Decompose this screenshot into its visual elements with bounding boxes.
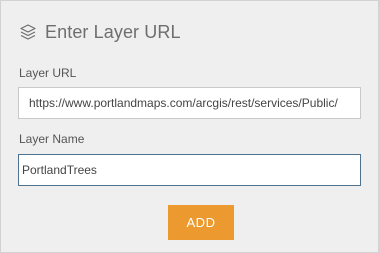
layer-url-label: Layer URL <box>19 66 77 80</box>
layers-icon <box>19 23 37 41</box>
enter-layer-url-panel: Enter Layer URL Layer URL Layer Name ADD <box>0 0 379 253</box>
add-button[interactable]: ADD <box>168 205 234 240</box>
layer-name-label: Layer Name <box>19 132 85 146</box>
layer-name-input[interactable] <box>18 154 361 186</box>
layer-url-input[interactable] <box>18 87 361 119</box>
panel-header: Enter Layer URL <box>19 20 181 44</box>
panel-title: Enter Layer URL <box>45 21 181 42</box>
